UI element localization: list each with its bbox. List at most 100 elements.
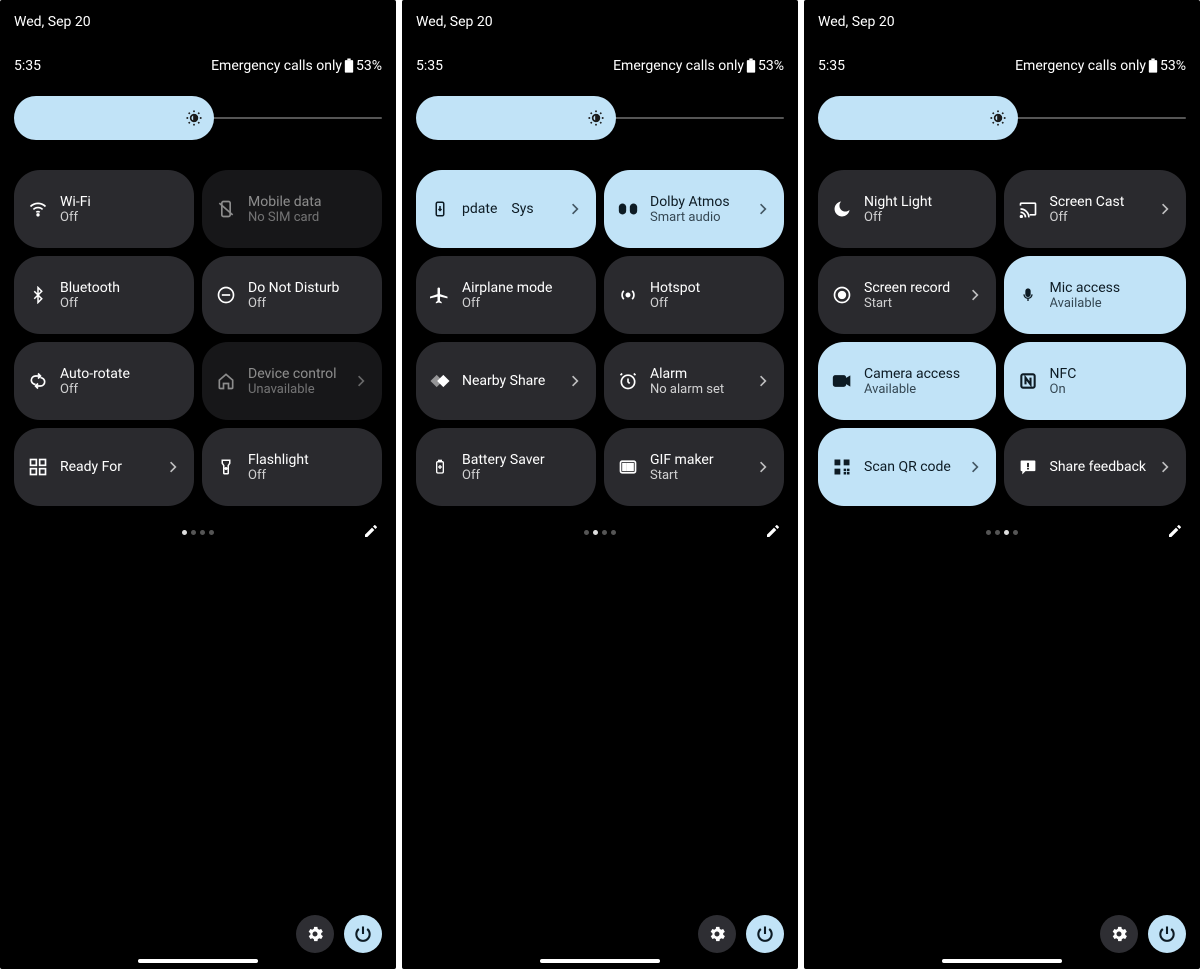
status-bar: 5:35 Emergency calls only 53% — [14, 58, 382, 74]
chevron-right-icon — [1156, 460, 1174, 474]
tile-title: Ready For — [60, 459, 154, 475]
settings-button[interactable] — [296, 915, 334, 953]
settings-button[interactable] — [1100, 915, 1138, 953]
tile-dolby-atmos[interactable]: Dolby AtmosSmart audio — [604, 170, 784, 248]
tile-title: Nearby Share — [462, 373, 556, 389]
tile-text: Screen recordStart — [864, 280, 956, 311]
tile-title: Flashlight — [248, 452, 370, 468]
chevron-right-icon — [566, 374, 584, 388]
tile-subtitle: Off — [248, 296, 370, 311]
pager-dot — [584, 530, 589, 535]
power-button[interactable] — [1148, 915, 1186, 953]
power-button[interactable] — [746, 915, 784, 953]
tile-airplane[interactable]: Airplane modeOff — [416, 256, 596, 334]
tile-title: Share feedback — [1050, 459, 1147, 475]
edit-tiles-button[interactable] — [1164, 520, 1186, 542]
tile-text: Mic accessAvailable — [1050, 280, 1175, 311]
tile-subtitle: Smart audio — [650, 210, 744, 225]
tile-text: Do Not DisturbOff — [248, 280, 370, 311]
tile-subtitle: Off — [650, 296, 772, 311]
tile-text: HotspotOff — [650, 280, 772, 311]
tile-subtitle: Start — [864, 296, 956, 311]
brightness-thumb[interactable] — [818, 96, 1018, 140]
settings-button[interactable] — [698, 915, 736, 953]
tile-screen-record[interactable]: Screen recordStart — [818, 256, 996, 334]
tile-flashlight[interactable]: FlashlightOff — [202, 428, 382, 506]
tiles-grid: Night LightOff Screen CastOff Screen rec… — [818, 170, 1186, 506]
brightness-thumb[interactable] — [416, 96, 616, 140]
edit-tiles-button[interactable] — [762, 520, 784, 542]
edit-tiles-button[interactable] — [360, 520, 382, 542]
network-status-label: Emergency calls only — [613, 58, 744, 74]
brightness-slider[interactable] — [416, 96, 784, 140]
tile-subtitle: On — [1050, 382, 1175, 397]
tile-text: Share feedback — [1050, 459, 1147, 475]
brightness-slider[interactable] — [818, 96, 1186, 140]
pager-dot — [182, 530, 187, 535]
tile-text: Nearby Share — [462, 373, 556, 389]
power-button[interactable] — [344, 915, 382, 953]
tile-subtitle: Off — [864, 210, 984, 225]
tile-camera-access[interactable]: Camera accessAvailable — [818, 342, 996, 420]
tile-title: Mic access — [1050, 280, 1175, 296]
tile-text: NFCOn — [1050, 366, 1175, 397]
quick-settings-panel: Wed, Sep 20 5:35 Emergency calls only 53… — [0, 0, 396, 969]
camera-icon — [830, 369, 854, 393]
tile-hotspot[interactable]: HotspotOff — [604, 256, 784, 334]
navigation-bar[interactable] — [540, 959, 660, 963]
feedback-icon — [1016, 455, 1040, 479]
tile-bluetooth[interactable]: BluetoothOff — [14, 256, 194, 334]
tile-night-light[interactable]: Night LightOff — [818, 170, 996, 248]
tile-system-update[interactable]: pdateSys — [416, 170, 596, 248]
tile-ready-for[interactable]: Ready For — [14, 428, 194, 506]
brightness-slider[interactable] — [14, 96, 382, 140]
nfc-icon — [1016, 369, 1040, 393]
tile-nfc[interactable]: NFCOn — [1004, 342, 1187, 420]
pager-dot — [209, 530, 214, 535]
update-icon — [428, 197, 452, 221]
pager-dot — [1013, 530, 1018, 535]
tile-screen-cast[interactable]: Screen CastOff — [1004, 170, 1187, 248]
tile-text: GIF makerStart — [650, 452, 744, 483]
tile-text: BluetoothOff — [60, 280, 182, 311]
navigation-bar[interactable] — [942, 959, 1062, 963]
tile-mobile-data[interactable]: Mobile dataNo SIM card — [202, 170, 382, 248]
tile-gif-maker[interactable]: GIF makerStart — [604, 428, 784, 506]
tile-subtitle: Start — [650, 468, 744, 483]
tile-device-control[interactable]: Device controlUnavailable — [202, 342, 382, 420]
status-bar: 5:35 Emergency calls only 53% — [416, 58, 784, 74]
brightness-thumb[interactable] — [14, 96, 214, 140]
navigation-bar[interactable] — [138, 959, 258, 963]
brightness-track — [212, 117, 382, 119]
tile-dnd[interactable]: Do Not DisturbOff — [202, 256, 382, 334]
tile-nearby-share[interactable]: Nearby Share — [416, 342, 596, 420]
tile-text: Camera accessAvailable — [864, 366, 984, 397]
readyfor-icon — [26, 455, 50, 479]
tile-subtitle: Off — [60, 210, 182, 225]
hotspot-icon — [616, 283, 640, 307]
pager-dots — [584, 530, 616, 535]
cast-icon — [1016, 197, 1040, 221]
tile-title: Scan QR code — [864, 459, 956, 475]
battery-icon — [746, 58, 756, 74]
tile-feedback[interactable]: Share feedback — [1004, 428, 1187, 506]
tile-title: Auto-rotate — [60, 366, 182, 382]
tiles-grid: pdateSys Dolby AtmosSmart audio Airplane… — [416, 170, 784, 506]
tile-auto-rotate[interactable]: Auto-rotateOff — [14, 342, 194, 420]
tile-mic-access[interactable]: Mic accessAvailable — [1004, 256, 1187, 334]
tile-text: Scan QR code — [864, 459, 956, 475]
time-label: 5:35 — [818, 58, 845, 74]
chevron-right-icon — [352, 374, 370, 388]
mic-icon — [1016, 283, 1040, 307]
tile-alarm[interactable]: AlarmNo alarm set — [604, 342, 784, 420]
tile-text: Device controlUnavailable — [248, 366, 342, 397]
pager-row — [818, 522, 1186, 542]
tile-subtitle: No SIM card — [248, 210, 370, 225]
tile-battery-saver[interactable]: Battery SaverOff — [416, 428, 596, 506]
tile-text: FlashlightOff — [248, 452, 370, 483]
tile-title: Camera access — [864, 366, 984, 382]
tile-qr[interactable]: Scan QR code — [818, 428, 996, 506]
network-status-label: Emergency calls only — [211, 58, 342, 74]
tile-wifi[interactable]: Wi-FiOff — [14, 170, 194, 248]
date-label: Wed, Sep 20 — [818, 14, 1186, 30]
